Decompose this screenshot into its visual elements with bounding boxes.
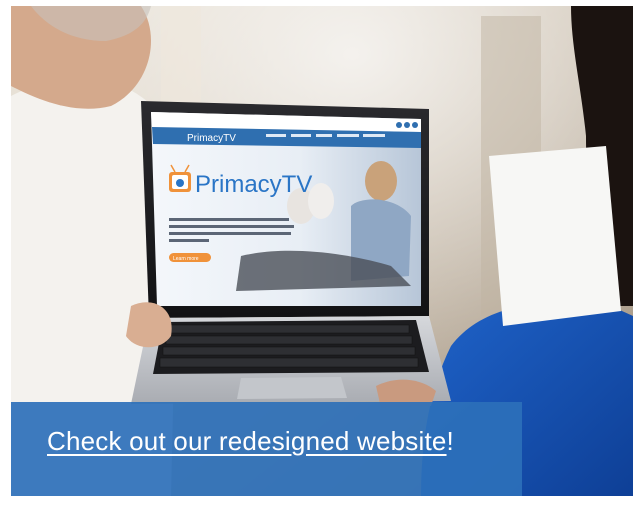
redesigned-website-link[interactable]: Check out our redesigned website [47,426,447,456]
site-header-logo: PrimacyTV [187,133,236,144]
site-hero-logo: PrimacyTV [195,171,312,198]
cta-text: Check out our redesigned website! [47,426,454,457]
cta-banner: Check out our redesigned website! [11,402,522,496]
cta-suffix: ! [446,426,454,456]
site-hero-button-label: Learn more [173,256,199,262]
promo-card: PrimacyTV PrimacyTV Learn more Check out… [11,6,633,496]
